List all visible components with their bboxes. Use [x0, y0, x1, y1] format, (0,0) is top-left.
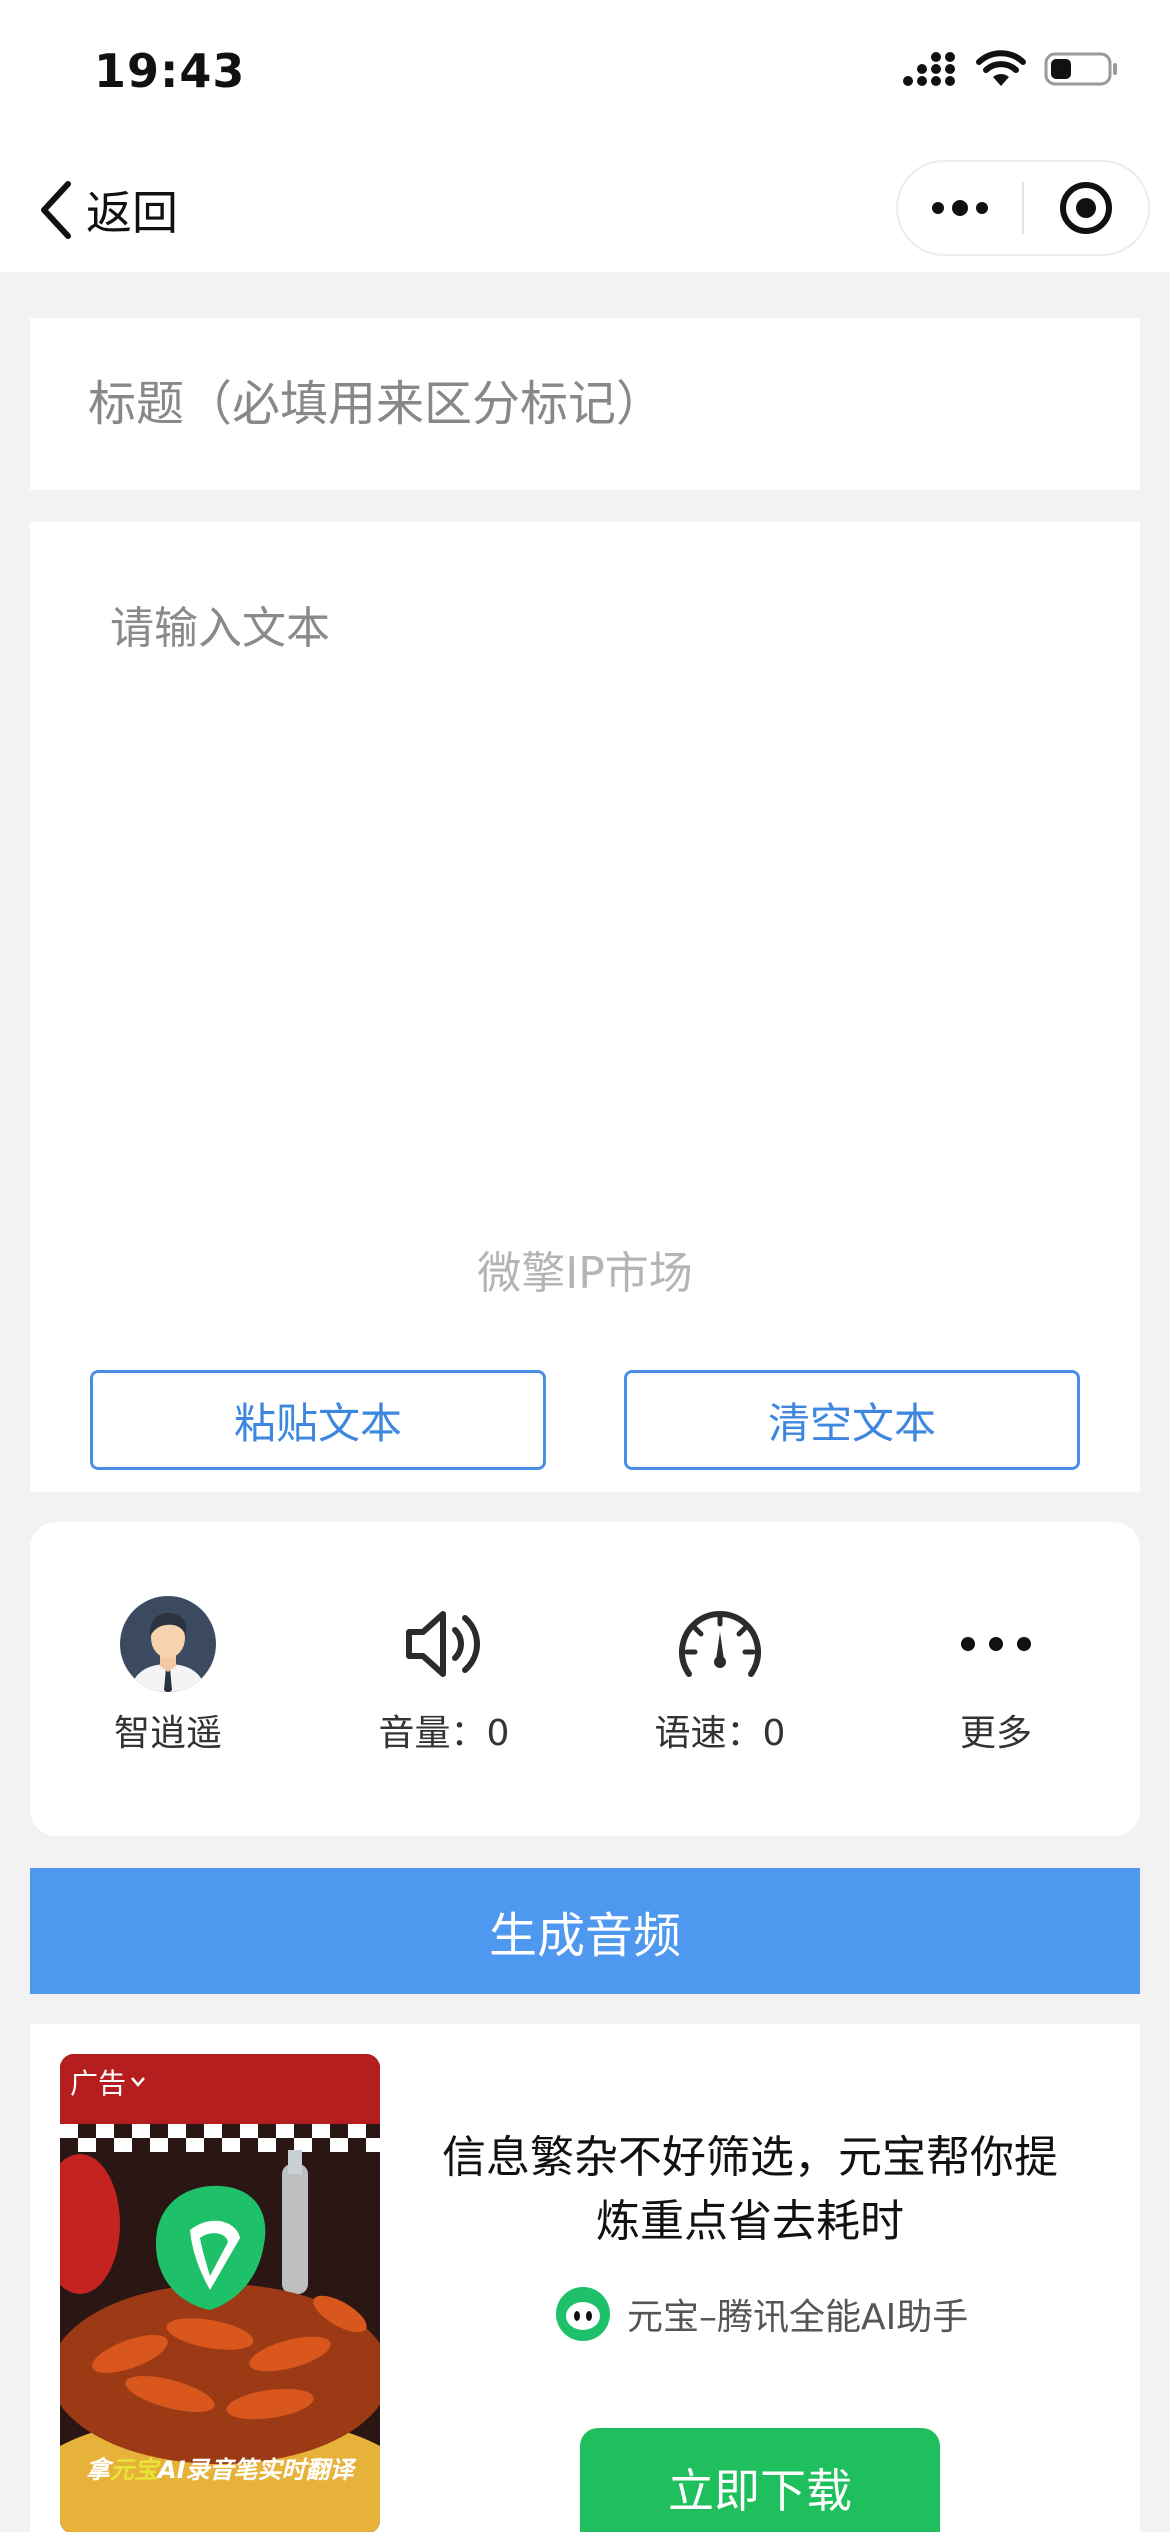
more-horizontal-icon [961, 1637, 1031, 1651]
voice-settings-card: 智逍遥 音量：0 语速：0 更多 [30, 1522, 1140, 1836]
ad-brand: 元宝–腾讯全能AI助手 [555, 2286, 968, 2342]
status-icons [902, 50, 1120, 88]
navigation-bar: 返回 [0, 150, 1170, 272]
title-input[interactable] [30, 318, 1140, 490]
battery-icon [1044, 52, 1117, 86]
title-card [30, 318, 1140, 490]
voice-label: 智逍遥 [113, 1713, 222, 1754]
paste-text-button[interactable]: 粘贴文本 [90, 1370, 546, 1470]
ad-card[interactable]: 广告 拿元宝AI录音笔实时翻译 信息繁杂不好筛选，元宝帮你提炼重点省去耗时 元宝… [30, 2024, 1140, 2532]
back-label: 返回 [86, 186, 178, 240]
status-bar: 19:43 [0, 0, 1170, 150]
chevron-down-icon [131, 2077, 145, 2087]
speaker-icon-wrap [394, 1594, 494, 1694]
more-settings[interactable]: 更多 [876, 1594, 1116, 1756]
speed-setting[interactable]: 语速：0 [600, 1594, 840, 1756]
cellular-signal-icon [903, 52, 955, 86]
ad-caption-highlight: 元宝 [110, 2456, 158, 2484]
speed-label: 语速：0 [654, 1713, 786, 1754]
download-button[interactable]: 立即下载 [580, 2428, 940, 2532]
ad-caption-rest: AI录音笔实时翻译 [158, 2456, 354, 2484]
text-card: 微擎IP市场 粘贴文本 清空文本 [30, 522, 1140, 1492]
speaker-icon [406, 1611, 480, 1677]
avatar [118, 1594, 218, 1694]
voice-selector[interactable]: 智逍遥 [48, 1594, 288, 1756]
yuanbao-logo-icon [556, 2287, 610, 2341]
close-mini-program-button[interactable] [1024, 162, 1148, 254]
ad-image[interactable]: 广告 拿元宝AI录音笔实时翻译 [60, 2054, 380, 2532]
ad-image-caption: 拿元宝AI录音笔实时翻译 [86, 2450, 354, 2485]
volume-setting[interactable]: 音量：0 [324, 1594, 564, 1756]
status-time: 19:43 [94, 44, 246, 98]
watermark-text: 微擎IP市场 [477, 1248, 693, 1299]
more-dots-icon [932, 200, 988, 216]
ad-tag-label: 广告 [70, 2067, 127, 2100]
ad-caption-prefix: 拿 [86, 2456, 110, 2484]
wifi-icon [976, 50, 1026, 86]
speedometer-icon-wrap [670, 1594, 770, 1694]
text-input[interactable] [86, 592, 1086, 1112]
voice-avatar-icon [120, 1596, 216, 1692]
mini-program-capsule [896, 160, 1150, 256]
clear-text-button[interactable]: 清空文本 [624, 1370, 1080, 1470]
back-button[interactable]: 返回 [36, 178, 178, 242]
more-menu-button[interactable] [898, 162, 1022, 254]
ad-tag[interactable]: 广告 [70, 2062, 146, 2102]
volume-label: 音量：0 [378, 1713, 510, 1754]
target-icon [1060, 182, 1112, 234]
generate-audio-button[interactable]: 生成音频 [30, 1868, 1140, 1994]
chevron-left-icon [41, 181, 71, 239]
more-icon-wrap [946, 1594, 1046, 1694]
ad-brand-name: 元宝–腾讯全能AI助手 [627, 2297, 969, 2338]
speedometer-icon [679, 1611, 761, 1677]
more-label: 更多 [959, 1713, 1032, 1754]
ad-headline: 信息繁杂不好筛选，元宝帮你提炼重点省去耗时 [442, 2132, 1058, 2247]
